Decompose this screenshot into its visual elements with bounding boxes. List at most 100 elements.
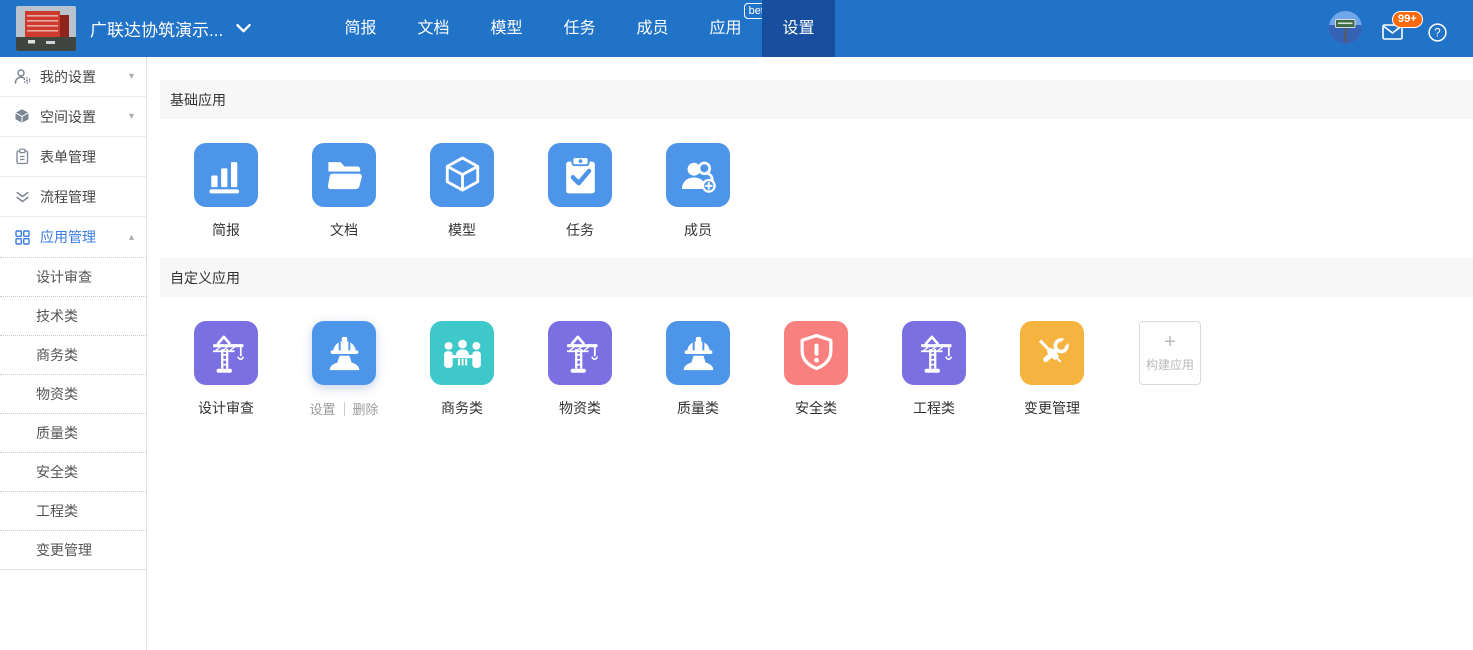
tab-tasks[interactable]: 任务 (543, 0, 616, 57)
top-nav: 简报 文档 模型 任务 成员 应用 beta 设置 (324, 0, 835, 57)
barchart-icon (205, 154, 248, 197)
app-delete-action[interactable]: 删除 (353, 399, 379, 418)
app-tile-technical[interactable] (312, 321, 376, 385)
unread-count-badge: 99+ (1392, 11, 1423, 28)
sidebar-item-label: 我的设置 (40, 67, 96, 87)
sidebar-item-my-settings[interactable]: 我的设置 ▾ (0, 57, 146, 97)
app-tile-members[interactable] (666, 143, 730, 207)
flow-icon (14, 188, 31, 205)
clipboard-check-icon (559, 154, 602, 197)
help-button[interactable]: ? (1428, 23, 1447, 42)
tab-settings[interactable]: 设置 (762, 0, 835, 57)
sidebar-item-process-management[interactable]: 流程管理 (0, 177, 146, 217)
svg-text:?: ? (1434, 28, 1440, 40)
tab-models[interactable]: 模型 (470, 0, 543, 57)
app-tile-safety[interactable] (784, 321, 848, 385)
build-app-label: 构建应用 (1146, 356, 1194, 373)
app-tile-documents[interactable] (312, 143, 376, 207)
building-logo-image (16, 6, 76, 51)
crane-icon (559, 332, 602, 375)
project-logo[interactable] (16, 6, 76, 51)
caret-down-icon: ▾ (129, 71, 134, 82)
app-change-management: 变更管理 (1020, 321, 1084, 418)
app-tile-change-management[interactable] (1020, 321, 1084, 385)
section-title: 基础应用 (170, 90, 226, 110)
cube-3d-icon (441, 154, 484, 197)
app-label: 安全类 (795, 398, 837, 418)
app-engineering: 工程类 (902, 321, 966, 418)
tab-members[interactable]: 成员 (616, 0, 689, 57)
sidebar-subitem-business[interactable]: 商务类 (0, 335, 146, 374)
tab-apps[interactable]: 应用 beta (689, 0, 762, 57)
app-tile-business[interactable] (430, 321, 494, 385)
app-models: 模型 (430, 143, 494, 240)
app-tile-briefing[interactable] (194, 143, 258, 207)
tab-briefing[interactable]: 简报 (324, 0, 397, 57)
worker-icon (677, 332, 720, 375)
caret-down-icon: ▾ (129, 111, 134, 122)
user-avatar[interactable] (1329, 11, 1362, 44)
sidebar-item-label: 空间设置 (40, 107, 96, 127)
app-briefing: 简报 (194, 143, 258, 240)
main-content: 基础应用 简报 文档 模型 任务 (147, 57, 1473, 650)
app-tile-design-review[interactable] (194, 321, 258, 385)
app-technical-hovered: 设置 删除 (312, 321, 376, 418)
tab-documents[interactable]: 文档 (397, 0, 470, 57)
tab-label: 设置 (782, 20, 814, 37)
app-tile-tasks[interactable] (548, 143, 612, 207)
settings-sidebar: 我的设置 ▾ 空间设置 ▾ 表单管理 流程管理 应用管理 ▴ 设计审查 技术类 … (0, 57, 147, 650)
sidebar-subitem-safety[interactable]: 安全类 (0, 452, 146, 491)
app-tile-models[interactable] (430, 143, 494, 207)
form-icon (14, 148, 31, 165)
tab-label: 文档 (417, 20, 449, 37)
sidebar-item-form-management[interactable]: 表单管理 (0, 137, 146, 177)
sidebar-subitem-design-review[interactable]: 设计审查 (0, 257, 146, 296)
app-documents: 文档 (312, 143, 376, 240)
app-label: 简报 (212, 220, 240, 240)
app-label: 质量类 (677, 398, 719, 418)
sidebar-item-app-management[interactable]: 应用管理 ▴ (0, 217, 146, 257)
build-app-button[interactable]: + 构建应用 (1139, 321, 1201, 385)
sidebar-item-space-settings[interactable]: 空间设置 ▾ (0, 97, 146, 137)
question-mark-icon: ? (1428, 23, 1447, 42)
basic-apps-row: 简报 文档 模型 任务 成员 (147, 143, 1473, 240)
sidebar-item-label: 表单管理 (40, 147, 96, 167)
add-member-icon (677, 154, 720, 197)
tools-icon (1031, 332, 1074, 375)
chevron-down-icon (236, 24, 251, 33)
worker-icon (323, 332, 366, 375)
sidebar-subitem-materials[interactable]: 物资类 (0, 374, 146, 413)
app-label: 任务 (566, 220, 594, 240)
caret-up-icon: ▴ (129, 232, 134, 243)
folder-icon (323, 154, 366, 197)
app-management-sub-list: 设计审查 技术类 商务类 物资类 质量类 安全类 工程类 变更管理 (0, 257, 146, 570)
app-label: 工程类 (913, 398, 955, 418)
tab-label: 简报 (344, 20, 376, 37)
avatar-image (1329, 11, 1362, 44)
section-header-basic-apps: 基础应用 (160, 80, 1473, 119)
sidebar-item-label: 应用管理 (40, 227, 96, 247)
shield-alert-icon (795, 332, 838, 375)
sidebar-subitem-technical[interactable]: 技术类 (0, 296, 146, 335)
app-business: 商务类 (430, 321, 494, 418)
app-tile-quality[interactable] (666, 321, 730, 385)
app-tile-engineering[interactable] (902, 321, 966, 385)
cube-icon (14, 108, 31, 125)
meeting-icon (441, 332, 484, 375)
sidebar-subitem-change-management[interactable]: 变更管理 (0, 530, 146, 569)
app-build-new: + 构建应用 (1138, 321, 1202, 385)
app-design-review: 设计审查 (194, 321, 258, 418)
workspace-switcher[interactable]: 广联达协筑演示... (90, 0, 251, 57)
app-label: 文档 (330, 220, 358, 240)
crane-icon (205, 332, 248, 375)
app-settings-action[interactable]: 设置 (309, 399, 335, 418)
sidebar-subitem-engineering[interactable]: 工程类 (0, 491, 146, 530)
app-tile-materials[interactable] (548, 321, 612, 385)
sidebar-subitem-quality[interactable]: 质量类 (0, 413, 146, 452)
app-label: 设计审查 (198, 398, 254, 418)
grid-icon (14, 229, 31, 246)
tab-label: 模型 (490, 20, 522, 37)
app-quality: 质量类 (666, 321, 730, 418)
app-label: 成员 (684, 220, 712, 240)
tab-label: 应用 (709, 20, 741, 37)
